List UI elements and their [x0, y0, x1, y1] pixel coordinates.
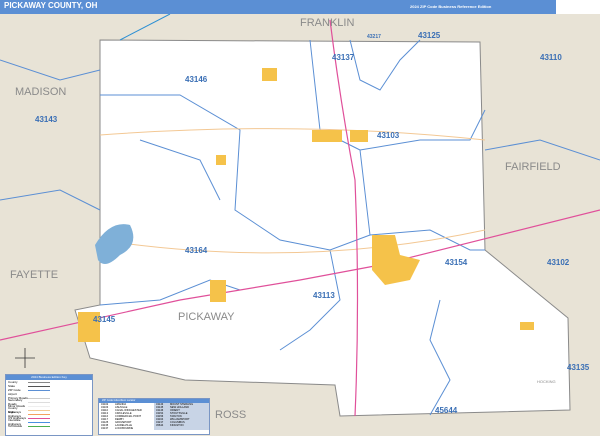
- zip-label-43110: 43110: [540, 53, 562, 62]
- zip-index-city: LOCKBOURNE: [115, 427, 134, 430]
- zip-code-index: ZIP Code Index/Zero Locator 43102 AMANDA 4…: [98, 398, 210, 435]
- county-map[interactable]: FRANKLIN MADISON FAIRFIELD FAYETTE PICKA…: [0, 14, 600, 436]
- zip-label-43217: 43217: [367, 34, 381, 40]
- zip-index-right-column: 43143 MOUNT STERLING 43145 NEW HOLLAND 43146…: [154, 403, 209, 430]
- zip-index-city: KINGSTON: [170, 424, 184, 427]
- zip-label-45644: 45644: [435, 406, 458, 415]
- zip-label-43102: 43102: [547, 258, 570, 267]
- zip-label-43164: 43164: [185, 246, 208, 255]
- header-bar: PICKAWAY COUNTY, OH 2024 ZIP Code Busine…: [0, 0, 600, 14]
- map-legend: 2024 Business Edition Key County State Z…: [5, 374, 93, 436]
- zip-index-code: 45644: [156, 424, 164, 427]
- county-label-fairfield: FAIRFIELD: [505, 161, 561, 173]
- legend-item: Toll Roads: [6, 424, 92, 428]
- zip-index-left-column: 43102 AMANDA 43103 ASHVILLE 43110 CANAL WINCH…: [99, 403, 154, 430]
- zip-index-row: 43137 LOCKBOURNE: [101, 427, 152, 430]
- zip-label-43143: 43143: [35, 115, 58, 124]
- publisher-logo: [556, 0, 600, 14]
- zip-label-43125: 43125: [418, 31, 441, 40]
- zip-label-43113: 43113: [313, 291, 335, 300]
- map-title: PICKAWAY COUNTY, OH: [4, 1, 98, 10]
- county-label-fayette: FAYETTE: [10, 269, 58, 281]
- zip-index-code: 43137: [101, 427, 109, 430]
- zip-label-43103: 43103: [377, 131, 400, 140]
- zip-index-row: 45644 KINGSTON: [156, 424, 207, 427]
- zip-label-43146: 43146: [185, 75, 208, 84]
- county-label-madison: MADISON: [15, 86, 66, 98]
- county-label-hocking: HOCKING: [537, 379, 556, 384]
- zip-label-43145: 43145: [93, 315, 116, 324]
- edition-label: 2024 ZIP Code Business Reference Edition: [410, 4, 492, 9]
- county-label-ross: ROSS: [215, 409, 246, 421]
- zip-label-43135: 43135: [567, 363, 590, 372]
- county-label-pickaway: PICKAWAY: [178, 311, 235, 323]
- county-label-franklin: FRANKLIN: [300, 17, 354, 29]
- zip-label-43137: 43137: [332, 53, 355, 62]
- zip-label-43154: 43154: [445, 258, 468, 267]
